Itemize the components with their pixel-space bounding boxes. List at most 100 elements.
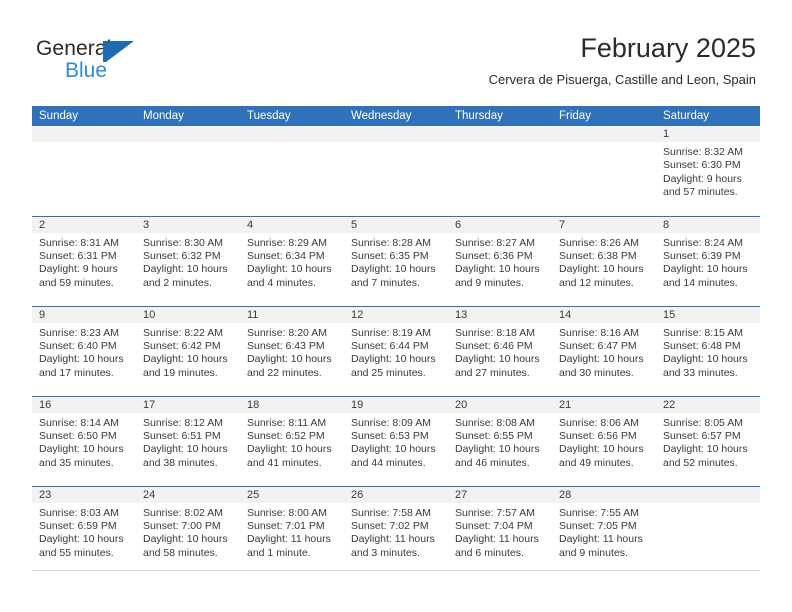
day-sun-info: Sunrise: 8:06 AM Sunset: 6:56 PM Daylight:…	[552, 413, 656, 471]
brand-logo[interactable]: General Blue	[36, 38, 256, 86]
day-sun-info: Sunrise: 8:27 AM Sunset: 6:36 PM Daylight:…	[448, 233, 552, 291]
daylight-duration-line2: and 46 minutes.	[455, 456, 530, 469]
sunrise-time: Sunrise: 8:02 AM	[143, 506, 223, 519]
calendar-day-cell[interactable]: 3 Sunrise: 8:30 AM Sunset: 6:32 PM Daylight…	[136, 215, 240, 306]
day-number: 20	[448, 396, 552, 413]
calendar-day-cell-inner	[656, 486, 760, 577]
weekday-header-tuesday: Tuesday	[240, 106, 344, 126]
day-number: 22	[656, 396, 760, 413]
weekday-header-monday: Monday	[136, 106, 240, 126]
sunrise-time: Sunrise: 8:15 AM	[663, 326, 743, 339]
sunrise-time: Sunrise: 8:28 AM	[351, 236, 431, 249]
calendar-day-cell[interactable]: 10 Sunrise: 8:22 AM Sunset: 6:42 PM Dayligh…	[136, 305, 240, 396]
brand-name-general: General	[36, 37, 112, 60]
daylight-duration-line2: and 30 minutes.	[559, 366, 634, 379]
day-sun-info: Sunrise: 8:30 AM Sunset: 6:32 PM Daylight:…	[136, 233, 240, 291]
daylight-duration-line2: and 25 minutes.	[351, 366, 426, 379]
calendar-day-cell-inner: 3 Sunrise: 8:30 AM Sunset: 6:32 PM Daylight…	[136, 216, 240, 306]
daylight-duration-line1: Daylight: 10 hours	[143, 263, 228, 276]
calendar-day-cell[interactable]: 4 Sunrise: 8:29 AM Sunset: 6:34 PM Daylight…	[240, 215, 344, 306]
day-number: 5	[344, 216, 448, 233]
calendar-day-cell[interactable]: 21 Sunrise: 8:06 AM Sunset: 6:56 PM Dayligh…	[552, 395, 656, 486]
calendar-day-cell[interactable]: 11 Sunrise: 8:20 AM Sunset: 6:43 PM Dayligh…	[240, 305, 344, 396]
weekday-header-thursday: Thursday	[448, 106, 552, 126]
calendar-day-cell-inner: 24 Sunrise: 8:02 AM Sunset: 7:00 PM Dayligh…	[136, 486, 240, 577]
daylight-duration-line1: Daylight: 9 hours	[663, 172, 742, 185]
day-sun-info: Sunrise: 8:08 AM Sunset: 6:55 PM Daylight:…	[448, 413, 552, 471]
calendar-day-cell[interactable]: 24 Sunrise: 8:02 AM Sunset: 7:00 PM Dayligh…	[136, 485, 240, 577]
sunset-time: Sunset: 6:35 PM	[351, 249, 429, 262]
calendar-day-cell-inner	[240, 126, 344, 216]
day-number	[136, 126, 240, 142]
daylight-duration-line1: Daylight: 10 hours	[663, 263, 748, 276]
day-number: 19	[344, 396, 448, 413]
calendar-day-cell[interactable]: 15 Sunrise: 8:15 AM Sunset: 6:48 PM Dayligh…	[656, 305, 760, 396]
calendar-day-cell[interactable]: 26 Sunrise: 7:58 AM Sunset: 7:02 PM Dayligh…	[344, 485, 448, 577]
calendar-day-cell-inner	[136, 126, 240, 216]
daylight-duration-line1: Daylight: 10 hours	[455, 443, 540, 456]
day-sun-info: Sunrise: 8:02 AM Sunset: 7:00 PM Daylight:…	[136, 503, 240, 561]
calendar-day-cell[interactable]: 28 Sunrise: 7:55 AM Sunset: 7:05 PM Dayligh…	[552, 485, 656, 576]
day-number: 24	[136, 486, 240, 503]
daylight-duration-line2: and 33 minutes.	[663, 366, 738, 379]
day-number: 17	[136, 396, 240, 413]
sunrise-time: Sunrise: 8:12 AM	[143, 416, 223, 429]
calendar-day-cell[interactable]: 22 Sunrise: 8:05 AM Sunset: 6:57 PM Dayligh…	[656, 395, 760, 486]
sunset-time: Sunset: 7:00 PM	[143, 519, 221, 532]
daylight-duration-line1: Daylight: 11 hours	[247, 533, 331, 546]
sunset-time: Sunset: 6:34 PM	[247, 249, 325, 262]
calendar-day-cell[interactable]: 18 Sunrise: 8:11 AM Sunset: 6:52 PM Dayligh…	[240, 395, 344, 486]
day-number: 14	[552, 306, 656, 323]
daylight-duration-line1: Daylight: 10 hours	[455, 353, 540, 366]
calendar-day-cell[interactable]: 14 Sunrise: 8:16 AM Sunset: 6:47 PM Dayligh…	[552, 305, 656, 396]
sunrise-time: Sunrise: 8:30 AM	[143, 236, 223, 249]
day-number: 16	[32, 396, 136, 413]
calendar-day-cell[interactable]: 6 Sunrise: 8:27 AM Sunset: 6:36 PM Daylight…	[448, 215, 552, 306]
day-sun-info: Sunrise: 8:05 AM Sunset: 6:57 PM Daylight:…	[656, 413, 760, 471]
calendar-day-cell[interactable]: 2 Sunrise: 8:31 AM Sunset: 6:31 PM Daylight…	[32, 215, 136, 306]
daylight-duration-line2: and 12 minutes.	[559, 276, 634, 289]
day-number: 25	[240, 486, 344, 503]
calendar-day-cell[interactable]: 25 Sunrise: 8:00 AM Sunset: 7:01 PM Dayligh…	[240, 485, 344, 576]
daylight-duration-line2: and 19 minutes.	[143, 366, 218, 379]
daylight-duration-line2: and 52 minutes.	[663, 456, 738, 469]
calendar-day-cell[interactable]: 16 Sunrise: 8:14 AM Sunset: 6:50 PM Dayligh…	[32, 395, 136, 486]
day-number: 11	[240, 306, 344, 323]
calendar-day-cell-inner: 26 Sunrise: 7:58 AM Sunset: 7:02 PM Dayligh…	[344, 486, 448, 577]
calendar-day-cell[interactable]: 9 Sunrise: 8:23 AM Sunset: 6:40 PM Daylight…	[32, 305, 136, 396]
calendar-day-cell[interactable]: 19 Sunrise: 8:09 AM Sunset: 6:53 PM Dayligh…	[344, 395, 448, 486]
daylight-duration-line2: and 14 minutes.	[663, 276, 738, 289]
day-number	[656, 486, 760, 503]
calendar-day-cell[interactable]: 20 Sunrise: 8:08 AM Sunset: 6:55 PM Dayligh…	[448, 395, 552, 486]
sunrise-time: Sunrise: 8:22 AM	[143, 326, 223, 339]
calendar-day-cell[interactable]: 7 Sunrise: 8:26 AM Sunset: 6:38 PM Daylight…	[552, 215, 656, 306]
calendar-day-cell-inner: 1 Sunrise: 8:32 AM Sunset: 6:30 PM Daylight…	[656, 126, 760, 216]
daylight-duration-line1: Daylight: 10 hours	[143, 443, 228, 456]
sunrise-time: Sunrise: 8:20 AM	[247, 326, 327, 339]
weekday-header-saturday: Saturday	[656, 106, 760, 126]
calendar-day-cell-inner: 19 Sunrise: 8:09 AM Sunset: 6:53 PM Dayligh…	[344, 396, 448, 486]
day-sun-info: Sunrise: 7:58 AM Sunset: 7:02 PM Daylight:…	[344, 503, 448, 561]
calendar-day-cell[interactable]: 1 Sunrise: 8:32 AM Sunset: 6:30 PM Daylight…	[656, 126, 760, 216]
daylight-duration-line2: and 9 minutes.	[455, 276, 524, 289]
sunrise-time: Sunrise: 8:09 AM	[351, 416, 431, 429]
sunset-time: Sunset: 6:47 PM	[559, 339, 637, 352]
calendar-day-cell-inner: 14 Sunrise: 8:16 AM Sunset: 6:47 PM Dayligh…	[552, 306, 656, 396]
calendar-day-cell[interactable]: 5 Sunrise: 8:28 AM Sunset: 6:35 PM Daylight…	[344, 215, 448, 306]
calendar-day-cell[interactable]: 13 Sunrise: 8:18 AM Sunset: 6:46 PM Dayligh…	[448, 305, 552, 396]
calendar-day-cell[interactable]: 8 Sunrise: 8:24 AM Sunset: 6:39 PM Daylight…	[656, 215, 760, 306]
day-sun-info: Sunrise: 8:16 AM Sunset: 6:47 PM Daylight:…	[552, 323, 656, 381]
calendar-day-cell[interactable]: 12 Sunrise: 8:19 AM Sunset: 6:44 PM Dayligh…	[344, 305, 448, 396]
calendar-day-cell[interactable]: 23 Sunrise: 8:03 AM Sunset: 6:59 PM Dayligh…	[32, 485, 136, 576]
day-number	[552, 126, 656, 142]
calendar-day-cell-inner: 16 Sunrise: 8:14 AM Sunset: 6:50 PM Dayligh…	[32, 396, 136, 486]
calendar-day-cell[interactable]: 17 Sunrise: 8:12 AM Sunset: 6:51 PM Dayligh…	[136, 395, 240, 486]
sunset-time: Sunset: 6:53 PM	[351, 429, 429, 442]
calendar-day-cell-empty	[344, 126, 448, 216]
page-title: February 2025	[580, 33, 756, 63]
day-sun-info: Sunrise: 8:09 AM Sunset: 6:53 PM Daylight:…	[344, 413, 448, 471]
daylight-duration-line2: and 22 minutes.	[247, 366, 322, 379]
sunrise-time: Sunrise: 8:16 AM	[559, 326, 639, 339]
calendar-day-cell[interactable]: 27 Sunrise: 7:57 AM Sunset: 7:04 PM Dayligh…	[448, 485, 552, 576]
calendar-day-cell-empty	[656, 485, 760, 577]
